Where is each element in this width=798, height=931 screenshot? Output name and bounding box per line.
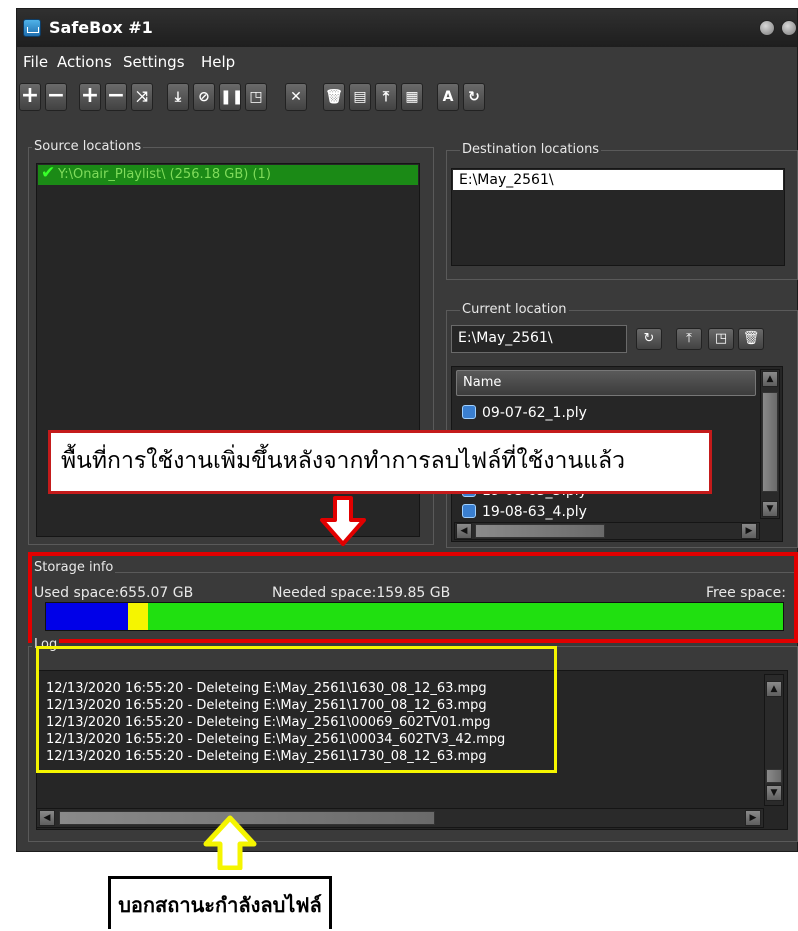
pause-button[interactable]: ❚❚ <box>219 83 243 111</box>
scroll-down-icon[interactable]: ▼ <box>762 501 778 517</box>
add-source-button[interactable]: + <box>19 83 41 111</box>
delete-location-button[interactable]: 🗑 <box>738 328 764 350</box>
scroll-thumb[interactable] <box>475 524 605 538</box>
destination-list[interactable]: E:\May_2561\ <box>451 168 785 266</box>
document-button[interactable]: ▤ <box>349 83 371 111</box>
check-icon: ✔ <box>41 163 56 183</box>
source-list-item[interactable]: ✔ Y:\Onair_Playlist\ (256.18 GB) (1) <box>38 163 418 185</box>
scroll-left-icon[interactable]: ◀ <box>456 523 472 539</box>
app-icon <box>23 19 41 37</box>
source-locations-legend: Source locations <box>32 139 144 155</box>
add-destination-button[interactable]: + <box>79 83 101 111</box>
menu-file[interactable]: File <box>23 53 48 71</box>
menu-actions[interactable]: Actions <box>57 53 112 71</box>
log-callout: บอกสถานะกำลังลบไฟล์ <box>108 876 332 929</box>
log-highlight-box <box>36 646 557 773</box>
font-button[interactable]: A <box>437 83 459 111</box>
scroll-thumb[interactable] <box>766 769 782 783</box>
source-item-label: Y:\Onair_Playlist\ (256.18 GB) (1) <box>58 167 271 182</box>
download-button[interactable]: ⤓ <box>167 83 189 111</box>
file-name: 19-08-63_4.ply <box>482 504 587 520</box>
toolbar: + − + − ⤨ ⤓ ⊘ ❚❚ ◳ ✕ 🗑 ▤ ⤒ ▦ A ↻ <box>17 75 797 119</box>
current-path-field[interactable]: E:\May_2561\ <box>451 325 627 353</box>
up-arrow-icon <box>203 815 257 870</box>
current-location-legend: Current location <box>460 302 569 318</box>
destination-list-item[interactable]: E:\May_2561\ <box>453 170 783 190</box>
stop-button[interactable]: ⊘ <box>193 83 215 111</box>
remove-source-button[interactable]: − <box>45 83 67 111</box>
scroll-up-icon[interactable]: ▲ <box>762 371 778 387</box>
menu-settings[interactable]: Settings <box>123 53 185 71</box>
refresh-location-button[interactable]: ↻ <box>636 328 662 350</box>
title-bar[interactable]: SafeBox #1 <box>17 9 797 47</box>
remove-destination-button[interactable]: − <box>105 83 127 111</box>
scroll-right-icon[interactable]: ▶ <box>741 523 757 539</box>
file-icon <box>462 504 476 518</box>
close-icon[interactable] <box>781 20 797 36</box>
grid-button[interactable]: ▦ <box>401 83 423 111</box>
scroll-right-icon[interactable]: ▶ <box>745 810 761 826</box>
menu-bar: File Actions Settings Help <box>17 47 797 73</box>
storage-callout: พื้นที่การใช้งานเพิ่มขึ้นหลังจากทำการลบไ… <box>48 430 712 494</box>
name-column-header[interactable]: Name <box>456 370 756 396</box>
window-location-button[interactable]: ◳ <box>708 328 734 350</box>
scroll-left-icon[interactable]: ◀ <box>39 810 55 826</box>
upload-location-button[interactable]: ⤒ <box>676 328 702 350</box>
upload-button[interactable]: ⤒ <box>375 83 397 111</box>
file-row[interactable]: 09-07-62_1.ply <box>462 405 587 427</box>
scroll-up-icon[interactable]: ▲ <box>766 681 782 697</box>
scroll-thumb[interactable] <box>762 392 778 492</box>
tools-button[interactable]: ✕ <box>285 83 307 111</box>
file-icon <box>462 405 476 419</box>
shuffle-button[interactable]: ⤨ <box>131 83 153 111</box>
log-hscrollbar[interactable]: ◀ ▶ <box>36 808 764 828</box>
delete-button[interactable]: 🗑 <box>323 83 345 111</box>
destination-item-label: E:\May_2561\ <box>459 172 554 188</box>
minimize-icon[interactable] <box>759 20 775 36</box>
scroll-down-icon[interactable]: ▼ <box>766 785 782 801</box>
destination-locations-legend: Destination locations <box>460 142 602 158</box>
log-vscrollbar[interactable]: ▲ ▼ <box>764 674 784 806</box>
menu-help[interactable]: Help <box>201 53 235 71</box>
file-list-hscrollbar[interactable]: ◀ ▶ <box>454 522 760 540</box>
window-button[interactable]: ◳ <box>245 83 267 111</box>
storage-highlight-box <box>28 552 798 643</box>
down-arrow-icon <box>320 496 366 546</box>
file-name: 09-07-62_1.ply <box>482 405 587 421</box>
file-list-vscrollbar[interactable]: ▲ ▼ <box>760 369 780 519</box>
refresh-button[interactable]: ↻ <box>463 83 485 111</box>
window-title: SafeBox #1 <box>49 18 153 37</box>
